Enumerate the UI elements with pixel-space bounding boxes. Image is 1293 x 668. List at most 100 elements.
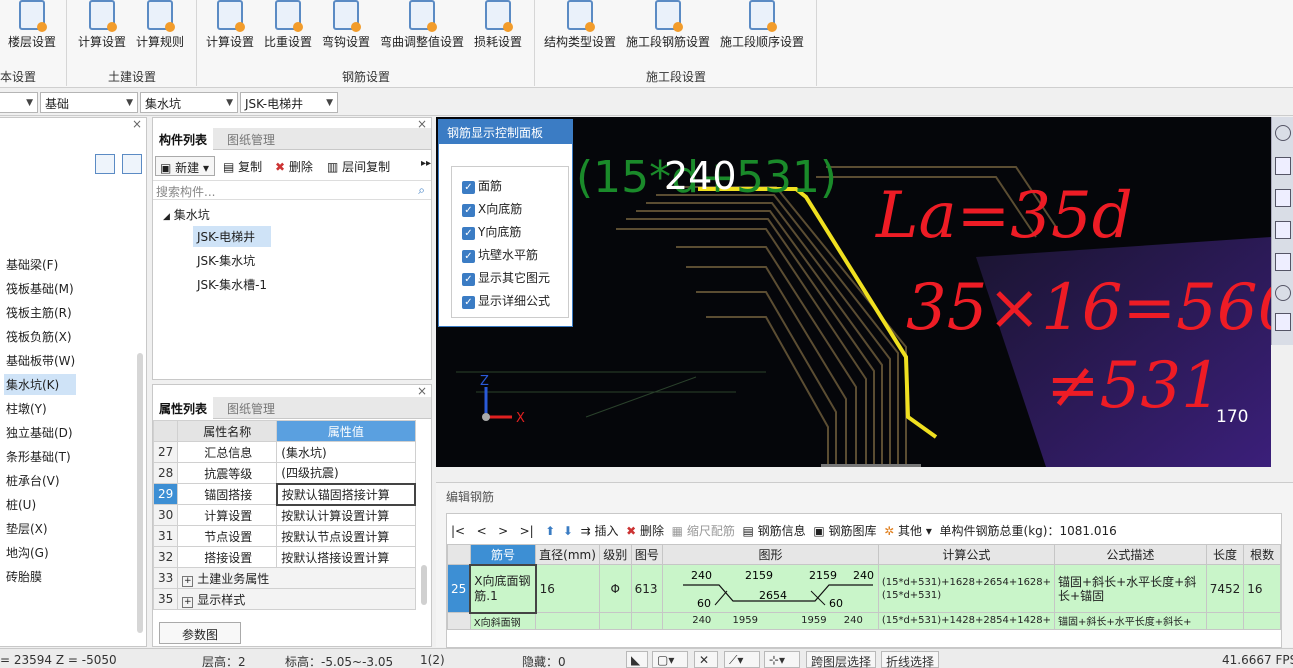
tree-item[interactable]: 桩承台(V) xyxy=(4,470,62,491)
ortho-icon[interactable]: ⊹▾ xyxy=(764,651,800,668)
section-icon[interactable] xyxy=(1275,313,1291,331)
cell-length[interactable] xyxy=(1205,612,1245,630)
ruler-rebar-button[interactable]: ▦ 缩尺配筋 xyxy=(672,524,735,538)
scrollbar[interactable] xyxy=(421,565,427,605)
move-up-icon[interactable]: ⬆ xyxy=(545,524,555,538)
display-option[interactable]: ✓ X向底筋 xyxy=(462,200,522,217)
nav-prev-button[interactable]: < xyxy=(477,524,487,538)
insert-button[interactable]: ⇉ 插入 xyxy=(581,524,619,538)
checkbox-checked-icon[interactable]: ✓ xyxy=(462,181,475,194)
property-value[interactable]: (集水坑) xyxy=(276,441,416,463)
table-row[interactable]: 30 计算设置 按默认计算设置计算 xyxy=(152,504,416,526)
cell-count[interactable]: 16 xyxy=(1243,564,1281,613)
tree-item[interactable]: 筏板主筋(R) xyxy=(4,302,74,323)
close-icon[interactable]: × xyxy=(417,117,427,131)
tree-item[interactable]: 集水坑(K) xyxy=(4,374,76,395)
more-icon[interactable]: ▸▸ xyxy=(421,158,431,169)
property-group[interactable]: + 土建业务属性 xyxy=(177,567,416,589)
cross-select-icon[interactable]: ✕ xyxy=(694,651,718,668)
copy-button[interactable]: ▤ 复制 xyxy=(223,158,262,175)
cell-desc[interactable]: 锚固+斜长+水平长度+斜长+ xyxy=(1054,612,1207,630)
checkbox-checked-icon[interactable]: ✓ xyxy=(462,273,475,286)
table-row[interactable]: 29 锚固搭接 按默认锚固搭接计算 xyxy=(152,482,417,506)
tree-item[interactable]: 桩(U) xyxy=(4,494,38,515)
table-row[interactable]: 32 搭接设置 按默认搭接设置计算 xyxy=(152,546,416,568)
type-select[interactable]: 集水坑 ▼ xyxy=(140,92,238,113)
tree-item[interactable]: 筏板基础(M) xyxy=(4,278,76,299)
property-value[interactable]: 按默认计算设置计算 xyxy=(276,504,416,526)
table-row[interactable]: X向斜面钢 240 1959 1959 240 (15*d+531)+1428+… xyxy=(447,612,1281,630)
display-option[interactable]: ✓ 面筋 xyxy=(462,177,502,194)
nav-next-button[interactable]: > xyxy=(498,524,508,538)
cell-name[interactable]: X向斜面钢 xyxy=(469,612,537,630)
list-view-icon[interactable] xyxy=(95,154,115,174)
tab-drawing-management[interactable]: 图纸管理 xyxy=(221,397,281,419)
cell-grade[interactable]: Φ xyxy=(598,564,632,613)
search-input[interactable]: 搜索构件... ⌕ xyxy=(153,180,431,200)
cell-formula[interactable]: (15*d+531)+1628+2654+1628+(15*d+531) xyxy=(877,564,1056,613)
snap-icon[interactable]: ⟋▾ xyxy=(724,651,760,668)
cell-desc[interactable]: 锚固+斜长+水平长度+斜长+锚固 xyxy=(1054,564,1207,613)
3d-viewport[interactable]: (15*d+531) 240 170 La=35d 35×16=560 ≠531… xyxy=(436,117,1271,467)
property-group-row[interactable]: 35 + 显示样式 xyxy=(152,588,416,610)
tab-component-list[interactable]: 构件列表 xyxy=(153,128,214,150)
grid-view-icon[interactable] xyxy=(122,154,142,174)
component-select[interactable]: JSK-电梯井 ▼ xyxy=(240,92,338,113)
viewport-splitter[interactable] xyxy=(821,464,921,467)
property-group[interactable]: + 显示样式 xyxy=(177,588,416,610)
select-box-icon[interactable]: ▢▾ xyxy=(652,651,688,668)
component-item[interactable]: JSK-电梯井 xyxy=(193,226,271,247)
ribbon-civil-calc-settings[interactable]: 计算设置 xyxy=(78,0,126,52)
display-option[interactable]: ✓ 坑壁水平筋 xyxy=(462,246,538,263)
tree-group-jishuikeng[interactable]: ◢ 集水坑 xyxy=(163,206,210,223)
ribbon-hook-settings[interactable]: 弯钩设置 xyxy=(322,0,370,52)
polyline-select-button[interactable]: 折线选择 xyxy=(881,651,940,668)
ribbon-calc-rules[interactable]: 计算规则 xyxy=(136,0,184,52)
tree-item[interactable]: 地沟(G) xyxy=(4,542,51,563)
scrollbar[interactable] xyxy=(137,353,143,633)
tree-item[interactable]: 柱墩(Y) xyxy=(4,398,49,419)
checkbox-checked-icon[interactable]: ✓ xyxy=(462,227,475,240)
category-select[interactable]: 基础 ▼ xyxy=(40,92,138,113)
tab-property-list[interactable]: 属性列表 xyxy=(153,397,214,419)
view-2d-icon[interactable] xyxy=(1275,157,1291,175)
tree-item[interactable]: 基础梁(F) xyxy=(4,254,60,275)
nav-last-button[interactable]: >| xyxy=(520,524,534,538)
delete-button[interactable]: ✖ 删除 xyxy=(275,158,313,175)
property-value[interactable]: 按默认节点设置计算 xyxy=(276,525,416,547)
rotate-icon[interactable] xyxy=(1275,285,1291,301)
checkbox-checked-icon[interactable]: ✓ xyxy=(462,296,475,309)
cell-formula[interactable]: (15*d+531)+1428+2854+1428+ xyxy=(877,612,1056,630)
checkbox-checked-icon[interactable]: ✓ xyxy=(462,250,475,263)
tree-item[interactable]: 基础板带(W) xyxy=(4,350,77,371)
property-value[interactable]: (四级抗震) xyxy=(276,462,416,484)
zoom-icon[interactable] xyxy=(1275,125,1291,141)
nav-first-button[interactable]: |< xyxy=(451,524,465,538)
new-button[interactable]: ▣ 新建 ▾ xyxy=(155,156,215,176)
rebar-library-button[interactable]: ▣ 钢筋图库 xyxy=(813,524,876,538)
cell-grade[interactable] xyxy=(598,612,632,630)
ribbon-structure-type-settings[interactable]: 结构类型设置 xyxy=(544,0,616,52)
tree-item[interactable]: 筏板负筋(X) xyxy=(4,326,74,347)
floor-copy-button[interactable]: ▥ 层间复制 xyxy=(327,158,390,175)
rebar-info-button[interactable]: ▤ 钢筋信息 xyxy=(742,524,805,538)
display-option[interactable]: ✓ Y向底筋 xyxy=(462,223,521,240)
property-value[interactable]: 按默认锚固搭接计算 xyxy=(275,482,417,506)
property-group-row[interactable]: 33 + 土建业务属性 xyxy=(152,567,416,589)
param-diagram-button[interactable]: 参数图 xyxy=(159,622,241,644)
tree-item[interactable]: 垫层(X) xyxy=(4,518,50,539)
tab-drawing-management[interactable]: 图纸管理 xyxy=(221,128,281,150)
floor-select[interactable]: ▼ xyxy=(0,92,38,113)
ribbon-rebar-calc-settings[interactable]: 计算设置 xyxy=(206,0,254,52)
ribbon-weight-settings[interactable]: 比重设置 xyxy=(264,0,312,52)
property-value[interactable]: 按默认搭接设置计算 xyxy=(276,546,416,568)
cell-diameter[interactable] xyxy=(535,612,600,630)
table-row[interactable]: 28 抗震等级 (四级抗震) xyxy=(152,462,416,484)
cell-name[interactable]: X向底面钢筋.1 xyxy=(469,563,537,614)
cell-diameter[interactable]: 16 xyxy=(535,564,600,613)
cell-fig[interactable]: 613 xyxy=(630,564,664,613)
cell-count[interactable] xyxy=(1243,612,1281,630)
checkbox-checked-icon[interactable]: ✓ xyxy=(462,204,475,217)
close-icon[interactable]: × xyxy=(132,117,142,131)
delete-button[interactable]: ✖ 删除 xyxy=(626,524,664,538)
